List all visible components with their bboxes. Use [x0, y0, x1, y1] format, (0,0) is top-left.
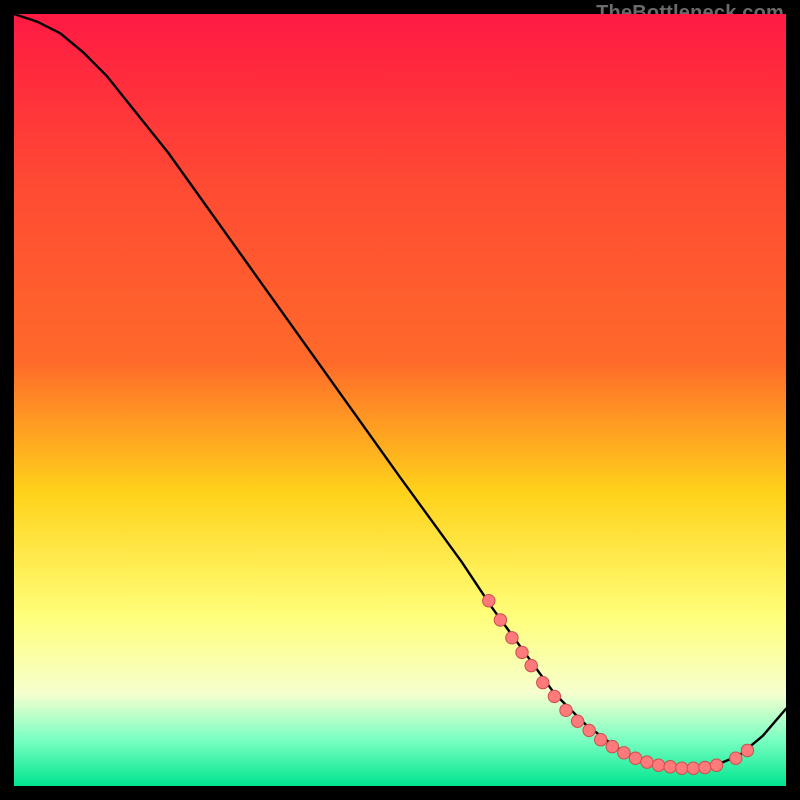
data-dot [506, 632, 518, 644]
data-dot [741, 744, 753, 756]
data-dot [516, 646, 528, 658]
data-dot [710, 759, 722, 771]
data-dot [652, 759, 664, 771]
curve-layer [14, 14, 786, 786]
data-dot [730, 752, 742, 764]
data-dot [676, 762, 688, 774]
data-dot [595, 734, 607, 746]
data-dot [583, 724, 595, 736]
data-dot [664, 761, 676, 773]
data-dot [571, 715, 583, 727]
data-dot [494, 614, 506, 626]
data-dot [629, 752, 641, 764]
data-dot [483, 595, 495, 607]
data-dot [525, 659, 537, 671]
data-dot [618, 747, 630, 759]
plot-area [14, 14, 786, 786]
data-dot [560, 704, 572, 716]
data-dot [687, 762, 699, 774]
data-dot [548, 690, 560, 702]
data-dot [606, 740, 618, 752]
chart-frame: TheBottleneck.com [14, 14, 786, 786]
bottleneck-curve [14, 14, 786, 768]
data-dot [641, 756, 653, 768]
data-dot [699, 761, 711, 773]
data-dots [483, 595, 754, 775]
data-dot [537, 676, 549, 688]
